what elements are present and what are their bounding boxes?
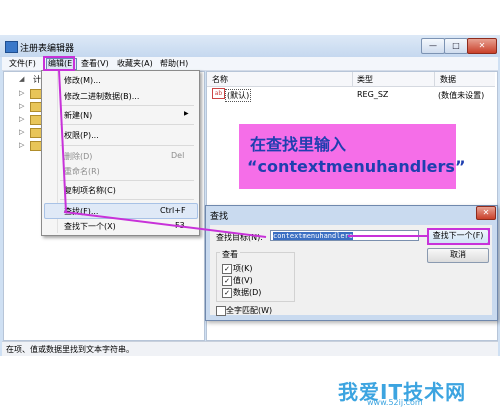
find-next-button[interactable]: 查找下一个(F) xyxy=(427,229,489,244)
menu-shortcut-find-next: F3 xyxy=(175,221,185,230)
match-whole-string-checkbox[interactable] xyxy=(216,306,226,316)
value-data: (数值未设置) xyxy=(438,91,485,100)
data-checkbox-label[interactable]: 数据(D) xyxy=(233,287,261,298)
menu-item-modify[interactable]: 修改(M)... xyxy=(64,75,101,86)
value-type: REG_SZ xyxy=(357,90,389,99)
find-what-label: 查找目标(N): xyxy=(216,233,263,242)
menu-separator xyxy=(60,124,194,125)
callout-line-2: “contextmenuhandlers” xyxy=(247,157,466,176)
expand-icon[interactable]: ▷ xyxy=(19,141,24,149)
menu-item-find-next[interactable]: 查找下一个(X) xyxy=(64,221,116,232)
expand-icon[interactable]: ▷ xyxy=(19,128,24,136)
close-button[interactable]: ✕ xyxy=(467,38,497,54)
minimize-button[interactable]: — xyxy=(421,38,445,54)
menu-shortcut-delete: Del xyxy=(171,151,185,160)
expand-icon[interactable]: ▷ xyxy=(19,115,24,123)
submenu-arrow-icon: ▶ xyxy=(184,110,189,117)
menu-separator xyxy=(60,105,194,106)
column-divider[interactable] xyxy=(352,72,353,86)
value-name[interactable]: (默认) xyxy=(225,89,252,102)
menu-separator xyxy=(60,199,194,200)
column-header-name[interactable]: 名称 xyxy=(212,74,228,85)
column-header-type[interactable]: 类型 xyxy=(357,74,373,85)
menu-edit[interactable]: 编辑(E) xyxy=(46,58,78,70)
menu-separator xyxy=(60,145,194,146)
watermark-url: www.52ij.com xyxy=(367,398,423,407)
menu-file[interactable]: 文件(F) xyxy=(9,59,36,69)
values-checkbox[interactable]: ✓ xyxy=(222,276,232,286)
cancel-button[interactable]: 取消 xyxy=(427,248,489,263)
regedit-app-icon xyxy=(5,41,18,53)
menu-shortcut-find: Ctrl+F xyxy=(160,206,186,215)
menu-item-modify-binary[interactable]: 修改二进制数据(B)... xyxy=(64,91,139,102)
data-checkbox[interactable]: ✓ xyxy=(222,288,232,298)
menu-item-find[interactable]: 查找(F)... xyxy=(64,206,98,217)
values-checkbox-label[interactable]: 值(V) xyxy=(233,275,253,286)
expand-icon[interactable]: ▷ xyxy=(19,102,24,110)
find-what-input[interactable]: contextmenuhandlers xyxy=(270,230,419,241)
match-whole-string-label[interactable]: 全字匹配(W) xyxy=(226,305,272,316)
menu-view[interactable]: 查看(V) xyxy=(81,59,109,69)
menu-item-copy-key-name[interactable]: 复制项名称(C) xyxy=(64,185,116,196)
look-at-title: 查看 xyxy=(220,249,240,260)
find-dialog-close-button[interactable]: ✕ xyxy=(476,206,496,220)
column-divider[interactable] xyxy=(434,72,435,86)
window-title: 注册表编辑器 xyxy=(20,44,75,54)
string-value-icon: ab xyxy=(212,88,225,99)
column-header-data[interactable]: 数据 xyxy=(440,74,456,85)
expand-icon[interactable]: ◢ xyxy=(19,75,24,83)
status-text: 在项、值或数据里找到文本字符串。 xyxy=(6,345,134,354)
menu-item-permissions[interactable]: 权限(P)... xyxy=(64,130,99,141)
menu-favorites[interactable]: 收藏夹(A) xyxy=(117,59,153,69)
keys-checkbox-label[interactable]: 项(K) xyxy=(233,263,253,274)
menu-item-rename: 重命名(R) xyxy=(64,167,100,176)
find-dialog-title: 查找 xyxy=(210,212,229,222)
expand-icon[interactable]: ▷ xyxy=(19,89,24,97)
menu-separator xyxy=(60,180,194,181)
keys-checkbox[interactable]: ✓ xyxy=(222,264,232,274)
callout-line-1: 在查找里输入 xyxy=(250,135,347,154)
tree-root-label[interactable]: 计 xyxy=(33,74,41,85)
menu-help[interactable]: 帮助(H) xyxy=(160,59,188,69)
menu-item-delete: 删除(D) xyxy=(64,152,93,161)
find-what-value: contextmenuhandlers xyxy=(273,232,354,240)
maximize-button[interactable]: □ xyxy=(444,38,468,54)
menu-item-new[interactable]: 新建(N) xyxy=(64,110,92,121)
